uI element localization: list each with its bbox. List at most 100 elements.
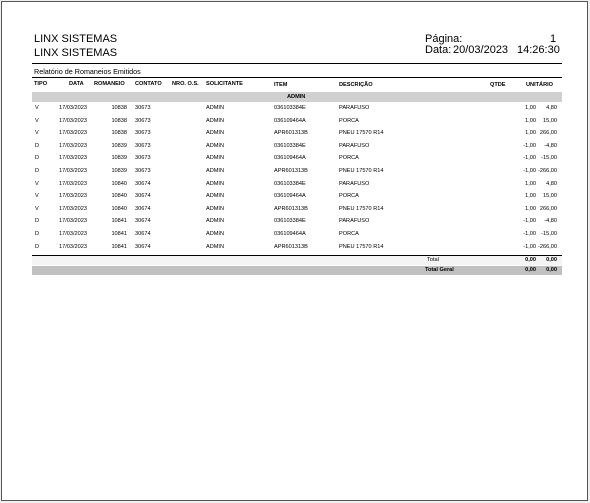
cell-romaneio: 10841 <box>111 243 127 250</box>
cell-tipo: D <box>35 231 40 237</box>
cell-solicitante: ADMIN <box>206 218 225 225</box>
cell-descricao: PARAFUSO <box>339 105 370 111</box>
cell-tipo: V <box>35 105 39 111</box>
cell-romaneio: 10838 <box>111 130 127 137</box>
title-rule <box>32 77 562 78</box>
cell-descricao: PARAFUSO <box>339 142 370 149</box>
cell-item: 036109464A <box>274 193 306 200</box>
cell-item: 036109464A <box>274 155 306 162</box>
table-row: D 17/03/2023 10841 30674 ADMIN 036109464A PORC… <box>32 228 562 240</box>
cell-contato: 30673 <box>135 130 151 137</box>
cell-descricao: PNEU 17570 R14 <box>339 205 384 212</box>
table-row: D 17/03/2023 10839 30673 ADMIN 036109464A PORC… <box>32 152 562 164</box>
cell-romaneio: 10840 <box>111 205 127 212</box>
cell-descricao: PARAFUSO <box>339 218 370 225</box>
group-band: ADMIN <box>32 92 562 102</box>
cell-solicitante: ADMIN <box>206 231 225 237</box>
col-solicitante: SOLICITANTE <box>206 81 243 87</box>
table-row: V 17/03/2023 10840 30674 ADMIN 036103384E PARA… <box>32 178 562 190</box>
cell-unitario: -266,00 <box>538 243 557 250</box>
company-name-1: LINX SISTEMAS <box>34 33 118 45</box>
cell-item: APR601313B <box>274 130 308 137</box>
col-contato: CONTATO <box>135 81 162 87</box>
cell-item: 036103384E <box>274 142 306 149</box>
cell-unitario: 4,80 <box>546 105 557 111</box>
table-row: V 17/03/2023 10840 30674 ADMIN APR601313B PNEU… <box>32 203 562 215</box>
col-romaneio: ROMANEIO <box>94 81 125 87</box>
cell-item: APR601313B <box>274 243 308 250</box>
cell-tipo: V <box>35 130 39 137</box>
cell-contato: 30674 <box>135 243 151 250</box>
total-geral-unitario: 0,00 <box>546 267 557 273</box>
table-row: V 17/03/2023 10838 30673 ADMIN APR601313B PNEU… <box>32 127 562 139</box>
cell-item: 036109464A <box>274 117 306 124</box>
col-descricao: DESCRIÇÃO <box>339 82 373 88</box>
cell-tipo: V <box>35 180 39 187</box>
cell-solicitante: ADMIN <box>206 193 225 200</box>
cell-data: 17/03/2023 <box>59 193 87 200</box>
cell-data: 17/03/2023 <box>59 218 87 225</box>
col-nro-os: NRO. O.S. <box>172 81 199 87</box>
cell-unitario: -4,80 <box>544 218 557 225</box>
cell-tipo: D <box>35 142 40 149</box>
cell-unitario: 15,00 <box>543 193 557 200</box>
cell-data: 17/03/2023 <box>59 243 87 250</box>
report-date: 20/03/2023 <box>453 44 509 56</box>
cell-tipo: D <box>35 243 40 250</box>
cell-solicitante: ADMIN <box>206 243 225 250</box>
cell-descricao: PORCA <box>339 155 359 162</box>
cell-contato: 30673 <box>135 105 151 111</box>
cell-romaneio: 10839 <box>111 168 127 174</box>
table-row: D 17/03/2023 10839 30673 ADMIN 036103384E PARA… <box>32 140 562 152</box>
table-row: D 17/03/2023 10839 30673 ADMIN APR601313B PNEU… <box>32 165 562 177</box>
cell-solicitante: ADMIN <box>206 105 225 111</box>
cell-descricao: PNEU 17570 R14 <box>339 243 384 250</box>
cell-romaneio: 10840 <box>111 180 127 187</box>
total-unitario: 0,00 <box>546 257 557 263</box>
cell-data: 17/03/2023 <box>59 231 87 237</box>
header-rule <box>32 63 562 64</box>
cell-data: 17/03/2023 <box>59 205 87 212</box>
cell-tipo: D <box>35 218 40 225</box>
cell-romaneio: 10841 <box>111 231 127 237</box>
cell-solicitante: ADMIN <box>206 130 225 137</box>
cell-contato: 30674 <box>135 193 151 200</box>
cell-item: 036109464A <box>274 231 306 237</box>
cell-descricao: PNEU 17570 R14 <box>339 130 384 137</box>
cell-data: 17/03/2023 <box>59 168 87 174</box>
cell-item: 036103384E <box>274 218 306 225</box>
cell-data: 17/03/2023 <box>59 180 87 187</box>
cell-contato: 30673 <box>135 168 151 174</box>
cell-solicitante: ADMIN <box>206 117 225 124</box>
cell-contato: 30674 <box>135 218 151 225</box>
report-page: LINX SISTEMAS LINX SISTEMAS Página: 1 Da… <box>1 1 588 501</box>
cell-tipo: D <box>35 155 40 162</box>
cell-romaneio: 10839 <box>111 142 127 149</box>
cell-data: 17/03/2023 <box>59 130 87 137</box>
cell-unitario: -4,80 <box>544 142 557 149</box>
cell-solicitante: ADMIN <box>206 168 225 174</box>
cell-unitario: 15,00 <box>543 117 557 124</box>
cell-unitario: 4,80 <box>546 180 557 187</box>
cell-item: APR601313B <box>274 205 308 212</box>
cell-tipo: V <box>35 193 39 200</box>
report-time: 14:26:30 <box>517 44 560 56</box>
cell-romaneio: 10841 <box>111 218 127 225</box>
cell-unitario: 266,00 <box>539 205 557 212</box>
cell-item: 036103384E <box>274 180 306 187</box>
total-label: Total <box>427 257 439 263</box>
cell-unitario: -266,00 <box>538 168 557 174</box>
col-item: ITEM <box>274 82 288 88</box>
cell-data: 17/03/2023 <box>59 117 87 124</box>
cell-data: 17/03/2023 <box>59 155 87 162</box>
cell-contato: 30673 <box>135 117 151 124</box>
cell-unitario: 266,00 <box>539 130 557 137</box>
cell-tipo: D <box>35 168 40 174</box>
col-data: DATA <box>69 81 84 87</box>
table-row: D 17/03/2023 10841 30674 ADMIN APR601313B PNEU… <box>32 241 562 253</box>
cell-descricao: PORCA <box>339 193 359 200</box>
table-row: V 17/03/2023 10838 30673 ADMIN 036109464A PORC… <box>32 115 562 127</box>
cell-descricao: PNEU 17570 R14 <box>339 168 384 174</box>
cell-descricao: PORCA <box>339 117 359 124</box>
table-row: V 17/03/2023 10840 30674 ADMIN 036109464A PORC… <box>32 190 562 202</box>
